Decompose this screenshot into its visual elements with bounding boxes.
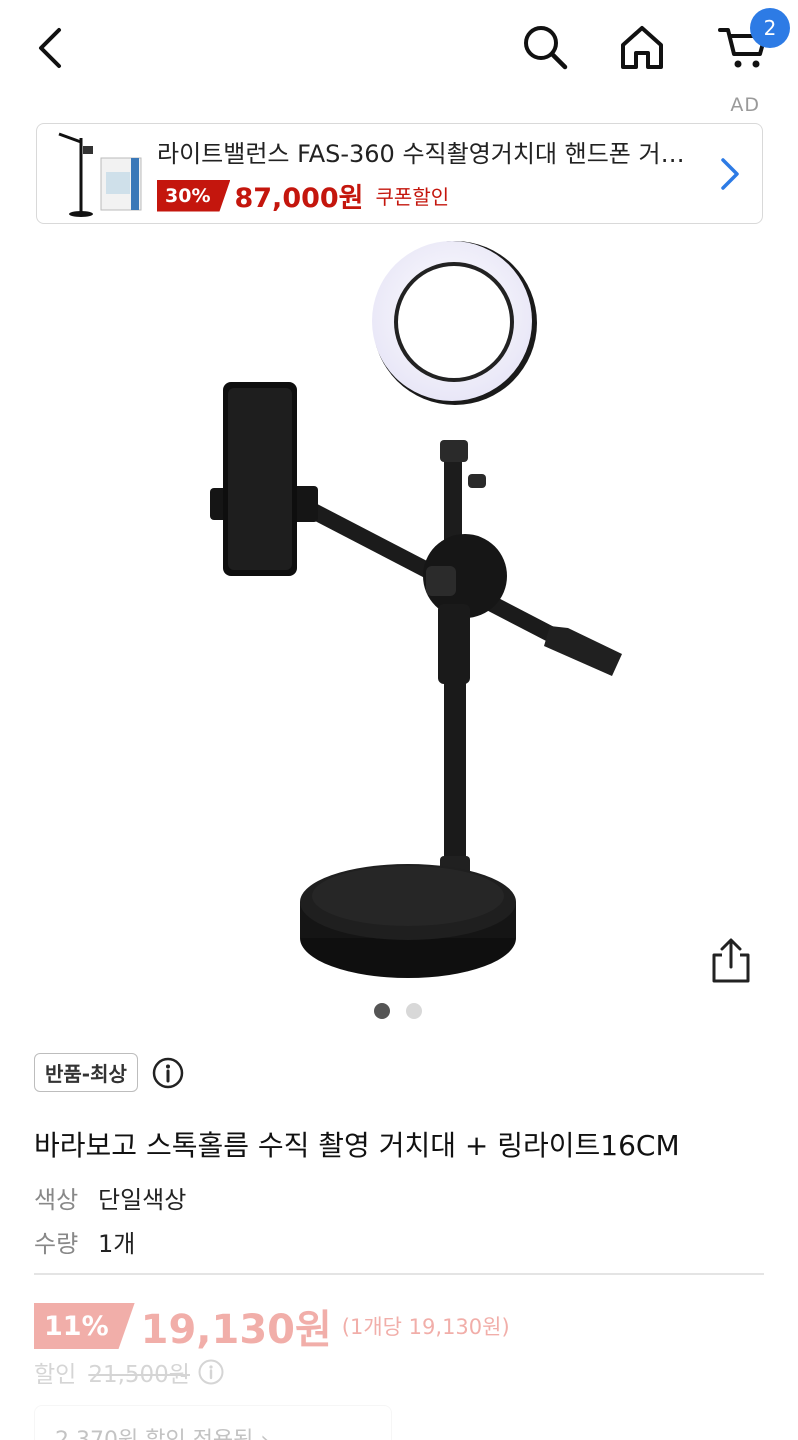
ad-coupon-label: 쿠폰할인 bbox=[375, 185, 450, 209]
option-color-label: 색상 bbox=[34, 1186, 79, 1214]
home-button[interactable] bbox=[612, 18, 672, 76]
option-quantity-value: 1개 bbox=[98, 1230, 136, 1258]
badge-row: 반품-최상 bbox=[34, 1053, 184, 1092]
share-icon bbox=[712, 938, 750, 983]
option-quantity-row: 수량 1개 bbox=[34, 1224, 135, 1259]
top-bar: 2 bbox=[0, 0, 798, 95]
option-color-value: 단일색상 bbox=[98, 1186, 187, 1214]
sale-price: 19,130원 bbox=[140, 1307, 332, 1353]
original-price: 21,500원 bbox=[88, 1362, 190, 1388]
option-color-row: 색상 단일색상 bbox=[34, 1180, 186, 1215]
chevron-left-icon bbox=[39, 28, 61, 68]
original-price-row: 할인 21,500원 bbox=[34, 1355, 224, 1389]
ad-discount-badge: 30% bbox=[157, 179, 231, 212]
info-icon[interactable] bbox=[152, 1057, 184, 1089]
search-button[interactable] bbox=[516, 18, 574, 76]
ad-product-thumbnail bbox=[58, 132, 142, 217]
price-row: 11% 19,130원 (1개당 19,130원) bbox=[34, 1297, 510, 1355]
ad-price: 87,000원 bbox=[234, 183, 364, 214]
return-grade-badge: 반품-최상 bbox=[34, 1053, 138, 1092]
gallery-pagination bbox=[374, 1003, 422, 1019]
discount-applied-text: 2,370원 할인 적용됨 › bbox=[55, 1422, 269, 1440]
ad-label: AD bbox=[730, 94, 760, 116]
divider bbox=[34, 1273, 764, 1275]
pagination-dot[interactable] bbox=[406, 1003, 422, 1019]
chevron-right-icon bbox=[721, 158, 739, 190]
search-icon bbox=[524, 26, 568, 70]
share-button[interactable] bbox=[706, 935, 756, 987]
pagination-dot-active[interactable] bbox=[374, 1003, 390, 1019]
info-icon[interactable] bbox=[198, 1359, 224, 1385]
ad-banner[interactable]: 라이트밸런스 FAS-360 수직촬영거치대 핸드폰 거치대 30% 87,00… bbox=[36, 123, 763, 224]
back-button[interactable] bbox=[22, 20, 78, 76]
cart-count-badge: 2 bbox=[750, 8, 790, 48]
option-quantity-label: 수량 bbox=[34, 1230, 79, 1258]
ad-title: 라이트밸런스 FAS-360 수직촬영거치대 핸드폰 거치대 bbox=[157, 140, 702, 168]
discount-label: 할인 bbox=[34, 1362, 77, 1388]
ad-price-row: 30% 87,000원 쿠폰할인 bbox=[157, 176, 449, 215]
discount-applied-card[interactable]: 2,370원 할인 적용됨 › bbox=[34, 1405, 392, 1440]
unit-price: (1개당 19,130원) bbox=[341, 1315, 510, 1339]
discount-badge: 11% bbox=[34, 1303, 135, 1349]
home-icon bbox=[621, 26, 663, 69]
product-title: 바라보고 스톡홀름 수직 촬영 거치대 + 링라이트16CM bbox=[34, 1129, 680, 1162]
product-image[interactable] bbox=[190, 226, 630, 986]
